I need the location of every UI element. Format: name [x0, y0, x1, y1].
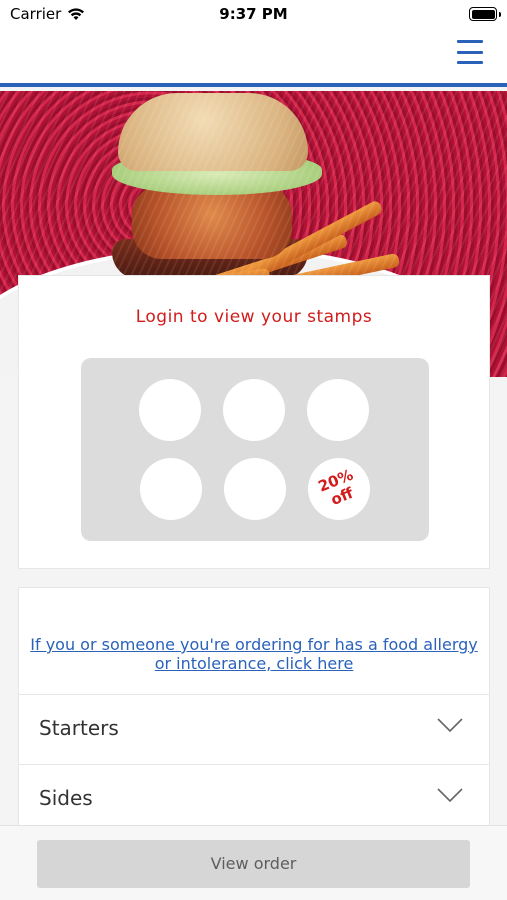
category-label: Starters	[39, 716, 119, 740]
category-label: Sides	[39, 786, 93, 810]
stamp-card-title[interactable]: Login to view your stamps	[19, 307, 489, 327]
category-starters[interactable]: Starters	[18, 695, 490, 765]
bun-bottom-shape	[112, 239, 308, 279]
chevron-down-icon	[437, 718, 463, 733]
bottom-bar: View order	[0, 825, 507, 900]
allergy-card: If you or someone you're ordering for ha…	[18, 587, 490, 695]
patty-shape	[132, 185, 292, 259]
view-order-button[interactable]: View order	[37, 840, 470, 888]
bun-top-shape	[118, 93, 308, 171]
stamp-slot	[224, 458, 286, 520]
battery-icon	[469, 7, 501, 21]
clock: 9:37 PM	[219, 5, 288, 23]
lettuce-shape	[112, 153, 322, 195]
stamp-slot	[140, 458, 202, 520]
app-header	[0, 28, 507, 87]
hamburger-menu-icon[interactable]	[457, 40, 483, 64]
stamp-slot	[139, 379, 201, 441]
stamp-board: 20% off	[81, 358, 429, 541]
stamp-card: Login to view your stamps 20% off	[18, 275, 490, 569]
reward-label: 20% off	[315, 465, 356, 509]
stamp-slot	[223, 379, 285, 441]
stamp-slot	[307, 379, 369, 441]
chevron-down-icon	[437, 788, 463, 803]
status-bar: Carrier 9:37 PM	[0, 0, 507, 28]
allergy-info-link[interactable]: If you or someone you're ordering for ha…	[29, 635, 479, 673]
stamp-slot-reward: 20% off	[308, 458, 370, 520]
